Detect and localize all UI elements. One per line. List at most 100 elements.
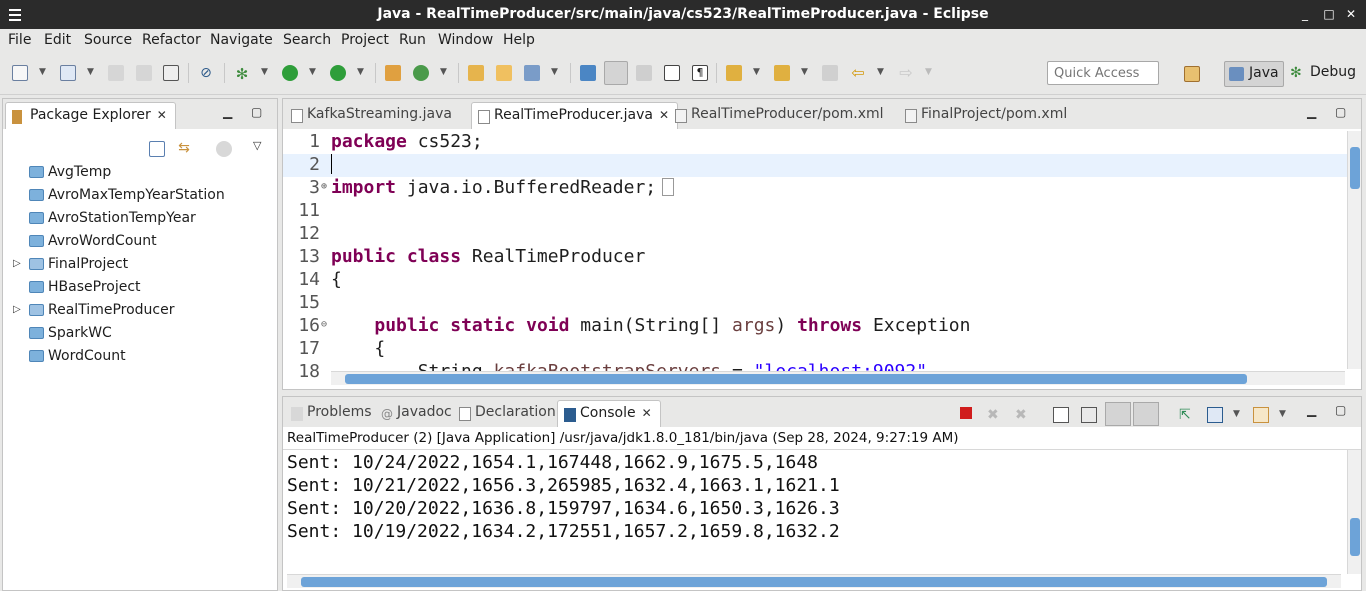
- open-type-icon[interactable]: [60, 65, 76, 81]
- menu-source[interactable]: Source: [84, 32, 132, 48]
- tab-console[interactable]: Console ✕: [557, 400, 661, 427]
- open-perspective-icon[interactable]: [1184, 66, 1200, 82]
- menu-project[interactable]: Project: [341, 32, 389, 48]
- menu-file[interactable]: File: [8, 32, 31, 48]
- console-output[interactable]: Sent: 10/24/2022,1654.1,167448,1662.9,16…: [283, 449, 1361, 590]
- forward-dropdown-icon[interactable]: ▼: [925, 67, 932, 77]
- run-external-icon[interactable]: [330, 65, 346, 81]
- tab-problems[interactable]: Problems: [285, 400, 380, 427]
- scrollbar-thumb[interactable]: [1350, 147, 1360, 189]
- scrollbar-thumb[interactable]: [301, 577, 1327, 587]
- minimize-view-icon[interactable]: ▁: [223, 105, 232, 119]
- debug-icon[interactable]: ✻: [234, 65, 250, 83]
- display-console-dropdown-icon[interactable]: ▼: [1233, 409, 1240, 419]
- menu-edit[interactable]: Edit: [44, 32, 71, 48]
- scrollbar-thumb[interactable]: [345, 374, 1247, 384]
- menu-refactor[interactable]: Refactor: [142, 32, 201, 48]
- tab-declaration[interactable]: Declaration: [453, 400, 564, 427]
- search-tool-icon[interactable]: [524, 65, 540, 81]
- tab-kafkastreaming-java[interactable]: KafkaStreaming.java: [285, 102, 460, 129]
- minimize-editor-icon[interactable]: ▁: [1307, 105, 1316, 119]
- back-icon[interactable]: ⇦: [850, 65, 866, 81]
- scroll-lock-icon[interactable]: [1081, 407, 1097, 423]
- close-tab-icon[interactable]: ✕: [642, 406, 652, 420]
- minimize-console-icon[interactable]: ▁: [1307, 403, 1316, 417]
- open-console-icon[interactable]: [1253, 407, 1269, 423]
- minimize-button[interactable]: _: [1296, 5, 1314, 23]
- forward-icon[interactable]: ⇨: [898, 65, 914, 81]
- toggle-breadcrumb-icon[interactable]: [580, 65, 596, 81]
- console-horizontal-scrollbar[interactable]: [287, 574, 1341, 588]
- debug-dropdown-icon[interactable]: ▼: [261, 67, 268, 77]
- tab-realtimeproducer-java[interactable]: RealTimeProducer.java ✕: [471, 102, 679, 129]
- tab-package-explorer[interactable]: Package Explorer ✕: [5, 102, 176, 129]
- print-icon[interactable]: [163, 65, 179, 81]
- next-annotation-icon[interactable]: [726, 65, 742, 81]
- menu-run[interactable]: Run: [399, 32, 426, 48]
- close-icon[interactable]: ✕: [157, 108, 167, 122]
- link-with-editor-icon[interactable]: ⇆: [176, 141, 192, 157]
- focus-active-task-icon[interactable]: [216, 141, 232, 157]
- close-window-button[interactable]: ✕: [1342, 5, 1360, 23]
- pin-console-icon[interactable]: ⇱: [1179, 407, 1195, 423]
- close-tab-icon[interactable]: ✕: [659, 108, 669, 122]
- next-annotation-dropdown-icon[interactable]: ▼: [753, 67, 760, 77]
- new-package-icon[interactable]: [413, 65, 429, 81]
- menu-search[interactable]: Search: [283, 32, 331, 48]
- pilcrow-icon[interactable]: ¶: [692, 65, 708, 81]
- expand-arrow-icon[interactable]: ▷: [13, 304, 21, 315]
- remove-launch-icon[interactable]: ✖: [987, 407, 1003, 423]
- maximize-button[interactable]: □: [1320, 5, 1338, 23]
- search-dropdown-icon[interactable]: ▼: [551, 67, 558, 77]
- fold-toggle-icon[interactable]: ⊕: [321, 181, 327, 192]
- open-console-dropdown-icon[interactable]: ▼: [1279, 409, 1286, 419]
- run-icon[interactable]: [282, 65, 298, 81]
- fold-toggle-icon[interactable]: ⊖: [321, 319, 327, 330]
- maximize-editor-icon[interactable]: ▢: [1335, 105, 1346, 119]
- console-vertical-scrollbar[interactable]: [1347, 450, 1361, 574]
- show-on-stdout-icon[interactable]: [1105, 402, 1131, 426]
- tab-javadoc[interactable]: @ Javadoc: [375, 400, 460, 427]
- code-editor[interactable]: 1 package cs523; 2 3 ⊕ import java.io.Buffere…: [283, 129, 1361, 389]
- scrollbar-thumb[interactable]: [1350, 518, 1360, 556]
- open-type-dialog-icon[interactable]: [468, 65, 484, 81]
- previous-annotation-dropdown-icon[interactable]: ▼: [801, 67, 808, 77]
- open-dropdown-icon[interactable]: ▼: [87, 67, 94, 77]
- collapse-all-icon[interactable]: [149, 141, 165, 157]
- menu-help[interactable]: Help: [503, 32, 535, 48]
- new-dropdown-icon[interactable]: ▼: [39, 67, 46, 77]
- new-file-icon[interactable]: [12, 65, 28, 81]
- collapsed-block-icon[interactable]: [662, 178, 675, 196]
- view-menu-icon[interactable]: ▽: [253, 139, 261, 152]
- previous-annotation-icon[interactable]: [774, 65, 790, 81]
- terminate-icon[interactable]: [960, 407, 972, 419]
- open-resource-icon[interactable]: [496, 65, 512, 81]
- perspective-debug[interactable]: ✻ Debug: [1286, 61, 1360, 87]
- menu-window[interactable]: Window: [438, 32, 493, 48]
- block-selection-icon[interactable]: [636, 65, 652, 81]
- show-on-stderr-icon[interactable]: [1133, 402, 1159, 426]
- menu-navigate[interactable]: Navigate: [210, 32, 273, 48]
- skip-breakpoints-icon[interactable]: ⊘: [198, 65, 214, 81]
- save-icon[interactable]: [108, 65, 124, 81]
- save-all-icon[interactable]: [136, 65, 152, 81]
- run-dropdown-icon[interactable]: ▼: [309, 67, 316, 77]
- last-edit-location-icon[interactable]: [822, 65, 838, 81]
- external-dropdown-icon[interactable]: ▼: [357, 67, 364, 77]
- new-java-project-icon[interactable]: [385, 65, 401, 81]
- new-class-dropdown-icon[interactable]: ▼: [440, 67, 447, 77]
- maximize-view-icon[interactable]: ▢: [251, 105, 262, 119]
- back-dropdown-icon[interactable]: ▼: [877, 67, 884, 77]
- remove-all-terminated-icon[interactable]: ✖: [1015, 407, 1031, 423]
- clear-console-icon[interactable]: [1053, 407, 1069, 423]
- mark-occurrences-icon[interactable]: [604, 61, 628, 85]
- display-selected-console-icon[interactable]: [1207, 407, 1223, 423]
- perspective-java[interactable]: Java: [1224, 61, 1284, 87]
- editor-horizontal-scrollbar[interactable]: [331, 371, 1345, 385]
- quick-access-input[interactable]: [1047, 61, 1159, 85]
- maximize-console-icon[interactable]: ▢: [1335, 403, 1346, 417]
- editor-vertical-scrollbar[interactable]: [1347, 131, 1361, 369]
- tab-realtimeproducer-pom[interactable]: RealTimeProducer/pom.xml: [669, 102, 892, 129]
- tab-finalproject-pom[interactable]: FinalProject/pom.xml: [899, 102, 1075, 129]
- show-whitespace-icon[interactable]: [664, 65, 680, 81]
